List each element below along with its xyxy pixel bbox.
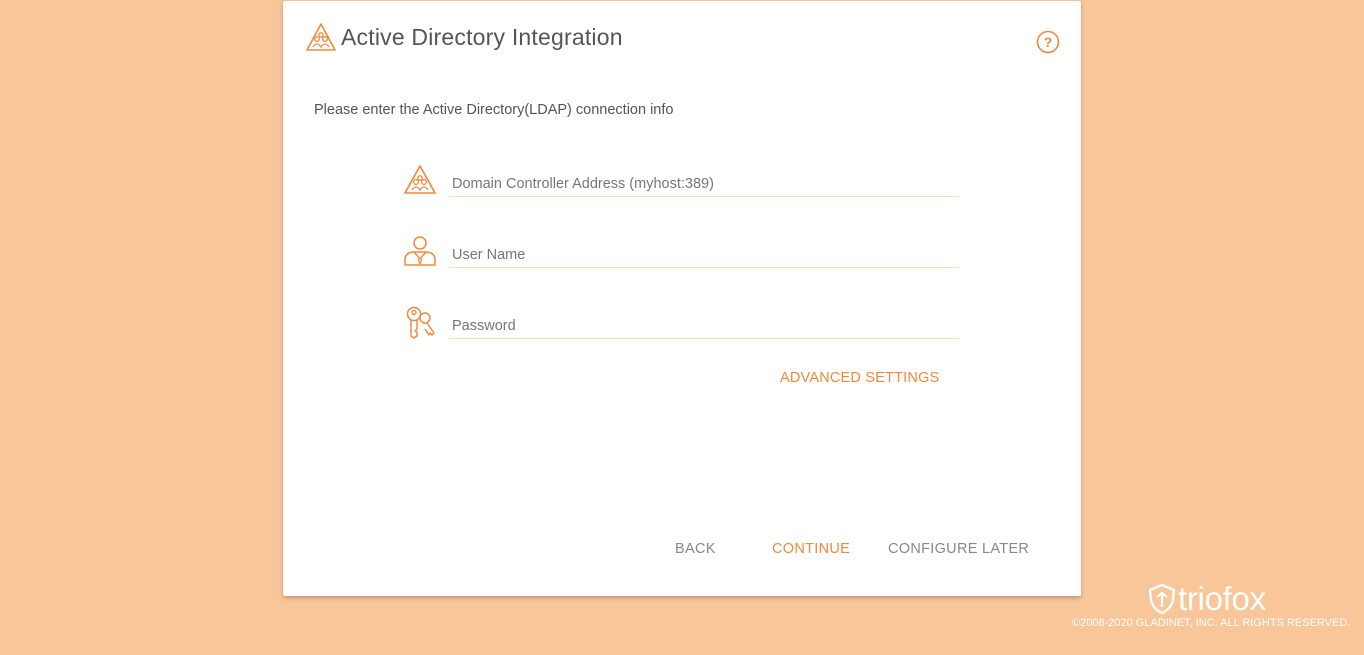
- configure-later-button[interactable]: CONFIGURE LATER: [888, 541, 1029, 557]
- domain-controller-field: [403, 163, 963, 203]
- brand-name: triofox: [1178, 580, 1266, 617]
- password-field: [403, 305, 963, 345]
- help-symbol: ?: [1044, 34, 1053, 50]
- continue-button[interactable]: CONTINUE: [772, 541, 850, 557]
- help-icon: ?: [1036, 30, 1060, 54]
- domain-controller-input[interactable]: [449, 171, 959, 197]
- back-button[interactable]: BACK: [675, 541, 716, 557]
- ad-integration-dialog: Active Directory Integration ? Please en…: [283, 1, 1081, 596]
- help-button[interactable]: ?: [1036, 30, 1060, 54]
- keys-icon: [406, 306, 435, 339]
- page-title: Active Directory Integration: [341, 23, 623, 50]
- password-input[interactable]: [449, 313, 959, 339]
- page: Active Directory Integration ? Please en…: [0, 0, 1364, 655]
- directory-icon: [306, 23, 336, 51]
- username-input[interactable]: [449, 242, 959, 268]
- intro-text: Please enter the Active Directory(LDAP) …: [314, 102, 674, 118]
- directory-icon: [404, 165, 436, 194]
- user-icon: [404, 236, 436, 266]
- dialog-header: Active Directory Integration: [305, 21, 623, 53]
- advanced-settings-link[interactable]: ADVANCED SETTINGS: [780, 370, 939, 386]
- username-field: [403, 234, 963, 274]
- brand-logo: triofox: [1148, 580, 1266, 618]
- shield-icon: [1148, 583, 1176, 615]
- copyright-text: ©2008-2020 GLADINET, INC. ALL RIGHTS RES…: [1072, 617, 1351, 629]
